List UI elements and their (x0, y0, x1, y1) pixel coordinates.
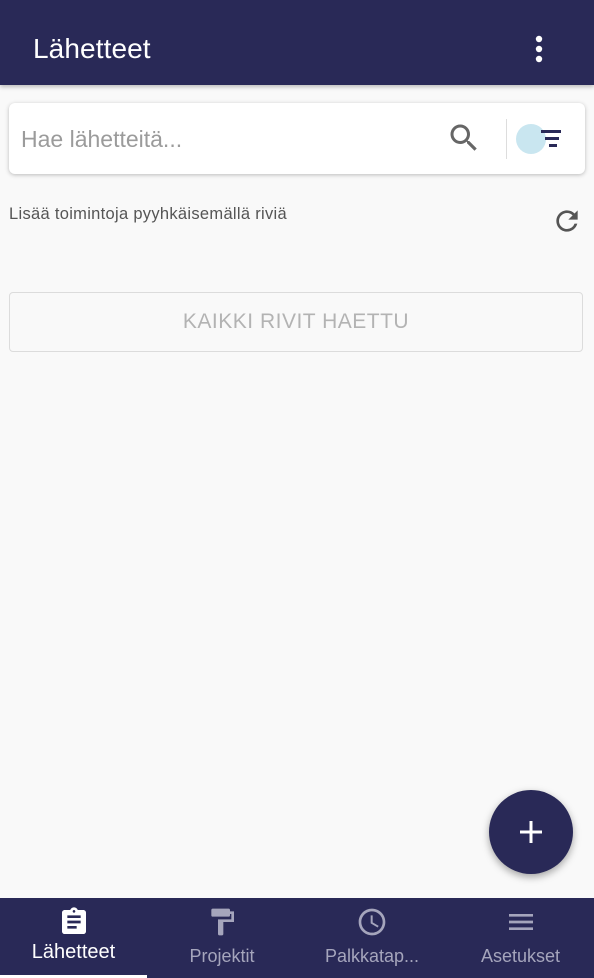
search-button[interactable] (446, 120, 482, 156)
add-button[interactable] (489, 790, 573, 874)
menu-icon (508, 914, 533, 930)
add-icon (520, 821, 542, 843)
bottom-navigation: Lähetteet Projektit Palkkatap... Asetuks… (0, 898, 594, 978)
search-input[interactable] (21, 117, 431, 161)
refresh-icon (556, 210, 578, 232)
search-divider (506, 119, 507, 159)
nav-item-lahetteet[interactable]: Lähetteet (0, 898, 147, 978)
search-icon (450, 124, 477, 151)
swipe-hint: Lisää toimintoja pyyhkäisemällä riviä (9, 205, 287, 223)
nav-item-palkkatapahtumat[interactable]: Palkkatap... (297, 898, 447, 978)
more-vert-icon (535, 35, 543, 63)
nav-item-asetukset[interactable]: Asetukset (447, 898, 594, 978)
clipboard-icon (61, 907, 86, 934)
filter-button[interactable] (513, 120, 569, 158)
more-options-button[interactable] (522, 30, 556, 68)
refresh-button[interactable] (551, 205, 583, 237)
nav-item-projektit[interactable]: Projektit (147, 898, 297, 978)
filter-list-icon (541, 130, 561, 147)
nav-label-asetukset: Asetukset (480, 946, 561, 966)
nav-label-projektit: Projektit (189, 946, 255, 966)
nav-label-palkkatapahtumat: Palkkatap... (324, 946, 420, 966)
paint-roller-icon (211, 908, 234, 936)
clock-icon (358, 908, 386, 936)
all-rows-fetched-button: KAIKKI RIVIT HAETTU (9, 292, 583, 352)
search-bar (9, 103, 585, 174)
app-bar: Lähetteet (0, 0, 594, 85)
page-title: Lähetteet (33, 33, 151, 64)
nav-label-lahetteet: Lähetteet (31, 941, 116, 963)
